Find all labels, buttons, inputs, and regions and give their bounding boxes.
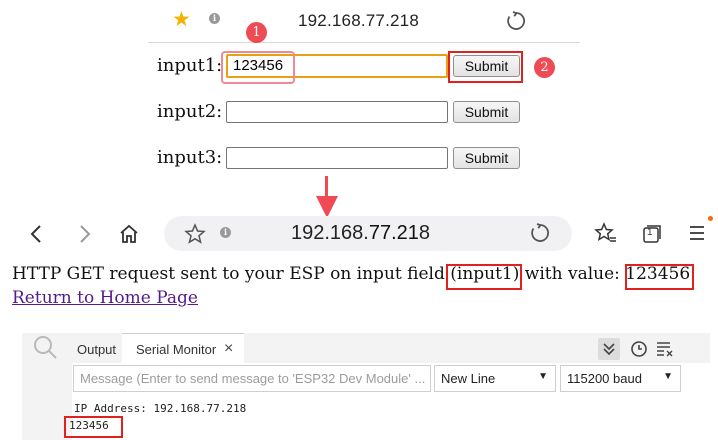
- chevron-down-icon: ▼: [538, 371, 548, 382]
- tab-output[interactable]: Output: [77, 342, 116, 357]
- down-arrow-shaft: [325, 176, 328, 198]
- site-info-icon-2[interactable]: i: [220, 227, 231, 238]
- input2-field[interactable]: [226, 101, 448, 123]
- chevron-down-icon: ▼: [663, 371, 673, 382]
- tab-serial-monitor[interactable]: Serial Monitor: [136, 342, 216, 357]
- submit-input3-button[interactable]: Submit: [453, 147, 520, 169]
- address-url[interactable]: 192.168.77.218: [298, 11, 419, 31]
- highlight-value: [625, 264, 694, 290]
- address-url-2[interactable]: 192.168.77.218: [291, 222, 430, 245]
- line-ending-select[interactable]: New Line ▼: [434, 365, 556, 392]
- site-info-icon[interactable]: i: [209, 13, 220, 24]
- home-icon[interactable]: [118, 223, 140, 250]
- favorites-icon[interactable]: [594, 222, 618, 249]
- highlight-input1: [221, 51, 295, 84]
- input2-label: input2:: [157, 101, 223, 122]
- url-prefix: 192.168.: [291, 222, 369, 244]
- highlight-field: [446, 264, 522, 290]
- down-arrow-icon: [316, 196, 338, 218]
- message-input[interactable]: Message (Enter to send message to 'ESP32…: [73, 365, 431, 392]
- highlight-submit: [448, 51, 523, 83]
- menu-icon[interactable]: [688, 224, 706, 247]
- highlight-serial-value: [64, 416, 123, 438]
- step-1-badge: 1: [246, 22, 267, 43]
- notification-dot: [708, 216, 713, 221]
- timestamp-icon[interactable]: [630, 340, 648, 363]
- result-message: HTTP GET request sent to your ESP on inp…: [12, 264, 690, 284]
- return-home-link[interactable]: Return to Home Page: [12, 288, 198, 308]
- submit-input2-button[interactable]: Submit: [453, 101, 520, 123]
- input3-field[interactable]: [226, 147, 448, 169]
- line-ending-value: New Line: [441, 371, 496, 386]
- input1-label: input1:: [157, 55, 223, 76]
- search-icon[interactable]: [32, 334, 58, 365]
- input3-label: input3:: [157, 147, 223, 168]
- baud-rate-select[interactable]: 115200 baud ▼: [560, 365, 681, 392]
- reload-icon[interactable]: [505, 10, 527, 37]
- reload-icon-2[interactable]: [529, 222, 551, 249]
- clear-output-icon[interactable]: [656, 341, 674, 362]
- close-tab-icon[interactable]: ×: [224, 340, 233, 358]
- serial-line: IP Address: 192.168.77.218: [74, 402, 247, 415]
- result-middle: with value:: [519, 264, 626, 284]
- toolbar-divider: [148, 42, 580, 43]
- url-suffix: 8: [418, 222, 431, 244]
- forward-icon[interactable]: [76, 224, 94, 249]
- result-prefix: HTTP GET request sent to your ESP on inp…: [12, 264, 451, 284]
- tab-count: 1: [647, 227, 653, 238]
- back-icon[interactable]: [28, 224, 46, 249]
- baud-rate-value: 115200 baud: [567, 371, 642, 386]
- bookmark-star-icon[interactable]: ★: [172, 8, 191, 32]
- bookmark-star-outline-icon[interactable]: [184, 223, 206, 250]
- autoscroll-icon[interactable]: [598, 338, 620, 360]
- step-2-badge: 2: [534, 57, 555, 78]
- url-bold: 77.21: [368, 222, 419, 244]
